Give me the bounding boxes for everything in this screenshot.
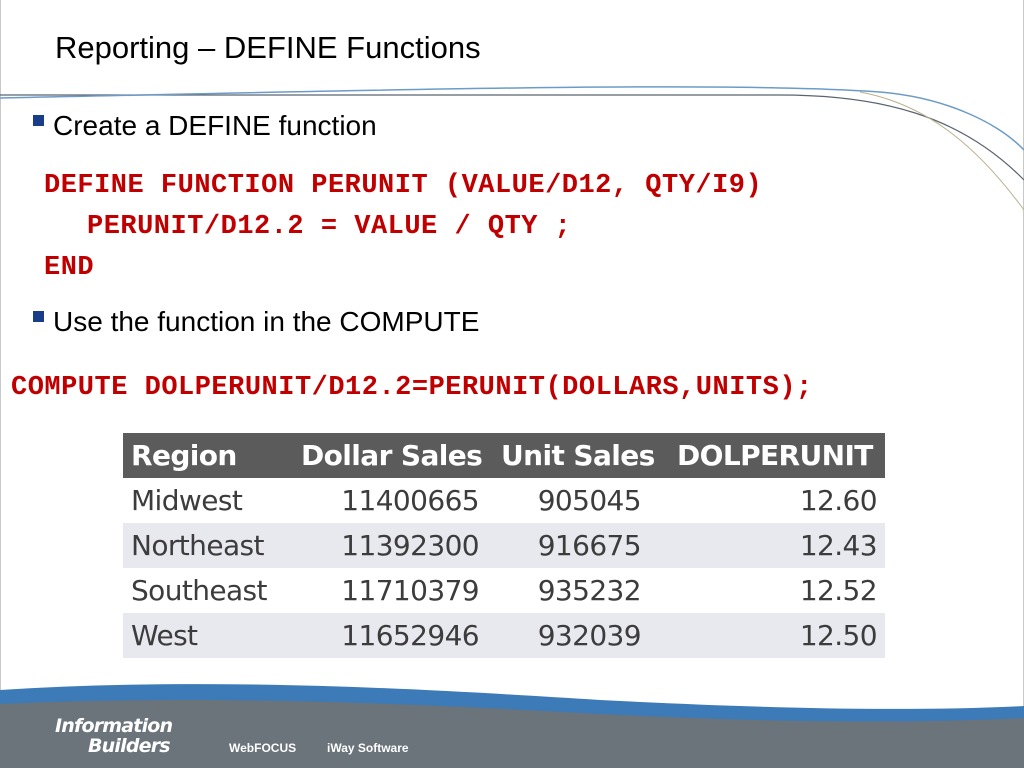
cell-unit-sales: 935232 — [537, 574, 642, 607]
information-builders-logo: Information Builders — [55, 715, 173, 757]
column-header-dolperunit: DOLPERUNIT — [669, 433, 885, 478]
table-header-row: Region Dollar Sales Unit Sales DOLPERUNI… — [123, 433, 885, 478]
footer-link-iway-software[interactable]: iWay Software — [327, 741, 409, 755]
cell-dollar-sales: 11652946 — [293, 613, 493, 658]
cell-region: Northeast — [123, 523, 293, 568]
column-header-region: Region — [123, 433, 293, 478]
bullet-create-define: Create a DEFINE function — [33, 110, 377, 142]
square-bullet-icon — [33, 114, 44, 126]
cell-dollar-sales: 11400665 — [341, 484, 479, 517]
square-bullet-icon — [33, 310, 44, 322]
top-swoosh-light — [859, 91, 1024, 211]
logo-line-2: Builders — [88, 735, 171, 757]
bullet-text: Use the function in the COMPUTE — [53, 306, 480, 337]
cell-unit-sales: 932039 — [493, 613, 669, 658]
table-row: Northeast 11392300 916675 12.43 — [123, 523, 885, 568]
table-row: Southeast 11710379 935232 12.52 — [123, 568, 885, 613]
table-row: West 11652946 932039 12.50 — [123, 613, 885, 658]
footer-link-webfocus[interactable]: WebFOCUS — [229, 741, 296, 755]
cell-dollar-sales: 11710379 — [341, 574, 479, 607]
results-table: Region Dollar Sales Unit Sales DOLPERUNI… — [123, 433, 885, 658]
column-header-dollar-sales: Dollar Sales — [293, 433, 493, 478]
column-header-unit-sales: Unit Sales — [493, 433, 669, 478]
code-line: DEFINE FUNCTION PERUNIT (VALUE/D12, QTY/… — [44, 171, 763, 201]
compute-code-line: COMPUTE DOLPERUNIT/D12.2=PERUNIT(DOLLARS… — [11, 373, 813, 403]
bullet-text: Create a DEFINE function — [53, 110, 377, 141]
code-line: PERUNIT/D12.2 = VALUE / QTY ; — [87, 212, 572, 242]
cell-region: West — [123, 613, 293, 658]
cell-dolperunit: 12.60 — [799, 484, 878, 517]
table-row: Midwest 11400665 905045 12.60 — [123, 478, 885, 523]
cell-unit-sales: 916675 — [493, 523, 669, 568]
logo-line-1: Information — [55, 715, 173, 737]
cell-dolperunit: 12.43 — [669, 523, 885, 568]
cell-dolperunit: 12.52 — [799, 574, 878, 607]
bullet-use-compute: Use the function in the COMPUTE — [33, 306, 479, 338]
cell-dolperunit: 12.50 — [669, 613, 885, 658]
code-line: END — [44, 253, 95, 283]
cell-region: Southeast — [131, 574, 268, 607]
cell-dollar-sales: 11392300 — [293, 523, 493, 568]
cell-region: Midwest — [131, 484, 243, 517]
cell-unit-sales: 905045 — [537, 484, 642, 517]
slide-title: Reporting – DEFINE Functions — [55, 30, 481, 65]
